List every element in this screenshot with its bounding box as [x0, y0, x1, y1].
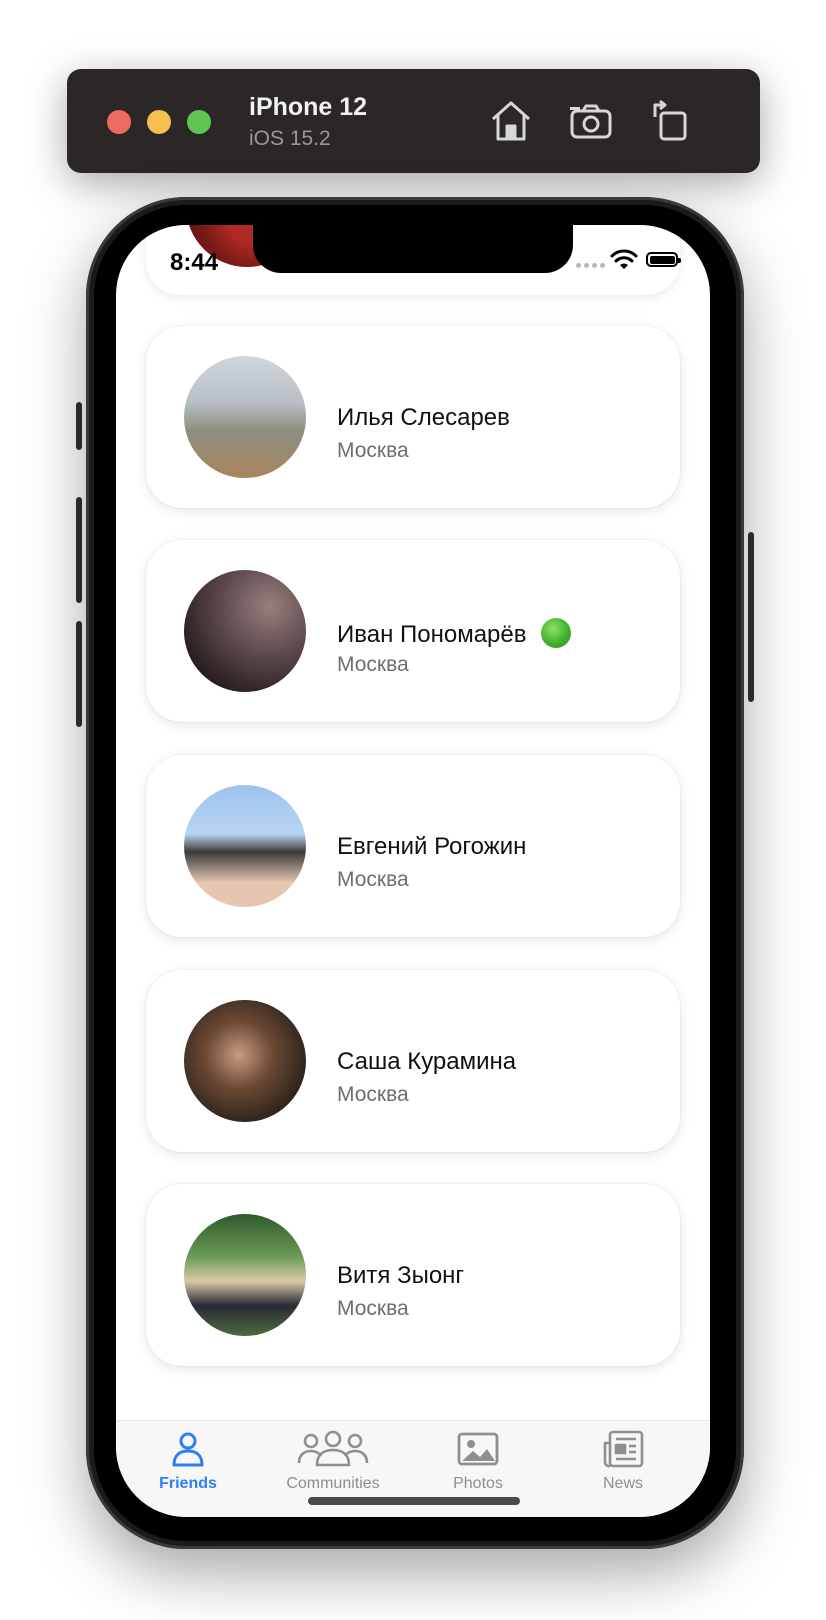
signal-icon — [576, 263, 605, 268]
avatar — [184, 356, 306, 478]
photo-icon — [457, 1432, 499, 1466]
newspaper-icon — [603, 1430, 644, 1468]
volume-up-button — [76, 497, 82, 603]
friend-name: Витя Зыонг — [337, 1262, 465, 1289]
battery-icon — [646, 252, 681, 267]
friend-city: Москва — [337, 1083, 409, 1106]
screen: Илья Слесарев Москва Иван Пономарёв Моск… — [116, 225, 710, 1517]
iphone-frame: Илья Слесарев Москва Иван Пономарёв Моск… — [76, 197, 754, 1549]
wifi-icon — [610, 249, 638, 269]
mute-switch — [76, 402, 82, 450]
screenshot-icon[interactable] — [567, 97, 615, 145]
tab-friends[interactable]: Friends — [128, 1429, 248, 1493]
notch — [253, 225, 573, 273]
avatar — [184, 1214, 306, 1336]
tab-label: Communities — [286, 1475, 380, 1492]
tab-label: Friends — [159, 1475, 217, 1492]
friend-card[interactable]: Иван Пономарёв Москва — [146, 540, 680, 722]
minimize-window-button[interactable] — [147, 110, 171, 134]
simulator-toolbar: iPhone 12 iOS 15.2 — [67, 69, 760, 173]
group-icon — [297, 1430, 369, 1467]
friend-card[interactable]: Саша Курамина Москва — [146, 970, 680, 1152]
person-icon — [172, 1432, 204, 1467]
friend-card[interactable]: Илья Слесарев Москва — [146, 326, 680, 508]
os-version: iOS 15.2 — [249, 127, 331, 150]
friend-name: Евгений Рогожин — [337, 833, 527, 860]
tab-label: News — [602, 1475, 643, 1492]
status-time: 8:44 — [170, 249, 219, 276]
friend-name-row: Иван Пономарёв — [337, 618, 571, 649]
zoom-window-button[interactable] — [187, 110, 211, 134]
tab-news[interactable]: News — [563, 1429, 683, 1493]
close-window-button[interactable] — [107, 110, 131, 134]
home-icon[interactable] — [487, 97, 535, 145]
avatar — [184, 785, 306, 907]
tab-label: Photos — [453, 1475, 503, 1492]
tab-photos[interactable]: Photos — [418, 1429, 538, 1493]
friend-city: Москва — [337, 868, 409, 891]
online-status-icon — [540, 618, 571, 648]
tab-communities[interactable]: Communities — [273, 1429, 393, 1493]
rotate-icon[interactable] — [645, 97, 693, 145]
friend-card[interactable]: Евгений Рогожин Москва — [146, 755, 680, 937]
friend-city: Москва — [337, 439, 409, 462]
power-button — [748, 532, 754, 702]
simulator-stage: iPhone 12 iOS 15.2 Илья Слесарев Москва … — [0, 0, 826, 1620]
friend-city: Москва — [337, 1297, 409, 1320]
volume-down-button — [76, 621, 82, 727]
home-indicator[interactable] — [308, 1497, 520, 1505]
avatar — [184, 1000, 306, 1122]
device-name: iPhone 12 — [249, 93, 368, 121]
avatar — [184, 570, 306, 692]
friend-card[interactable]: Витя Зыонг Москва — [146, 1184, 680, 1366]
friend-name: Саша Курамина — [337, 1048, 517, 1075]
friend-city: Москва — [337, 653, 409, 676]
friend-name: Иван Пономарёв — [337, 621, 527, 648]
friend-name: Илья Слесарев — [337, 404, 510, 431]
